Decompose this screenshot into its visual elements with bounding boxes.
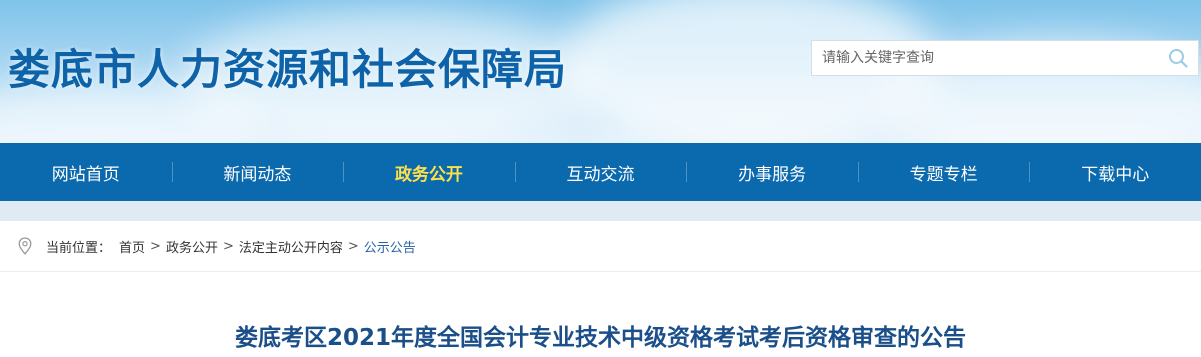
nav-item-services[interactable]: 办事服务 [686, 143, 858, 201]
nav-item-downloads[interactable]: 下载中心 [1029, 143, 1201, 201]
nav-item-gov-affairs[interactable]: 政务公开 [343, 143, 515, 201]
breadcrumb-gov-affairs[interactable]: 政务公开 [166, 237, 218, 256]
breadcrumb-announcements[interactable]: 公示公告 [364, 237, 416, 256]
breadcrumb: 当前位置： 首页 > 政务公开 > 法定主动公开内容 > 公示公告 [0, 221, 1201, 272]
nav-item-news[interactable]: 新闻动态 [171, 143, 344, 201]
breadcrumb-separator: > [347, 238, 359, 254]
nav-item-interaction[interactable]: 互动交流 [514, 143, 687, 201]
divider-strip [0, 201, 1201, 221]
nav-item-topics[interactable]: 专题专栏 [857, 143, 1030, 201]
site-title[interactable]: 娄底市人力资源和社会保障局 [8, 36, 567, 97]
breadcrumb-separator: > [150, 238, 161, 254]
search-icon [1169, 49, 1188, 68]
main-nav: 网站首页 新闻动态 政务公开 互动交流 办事服务 专题专栏 下载中心 [0, 143, 1201, 201]
breadcrumb-separator: > [222, 238, 234, 254]
location-pin-icon [18, 237, 32, 255]
breadcrumb-statutory-disclosure[interactable]: 法定主动公开内容 [239, 237, 343, 256]
breadcrumb-home[interactable]: 首页 [119, 237, 145, 256]
article-title: 娄底考区2021年度全国会计专业技术中级资格考试考后资格审查的公告 [234, 325, 966, 351]
search-input[interactable] [812, 41, 1158, 75]
search-button[interactable] [1158, 41, 1198, 75]
site-header: 娄底市人力资源和社会保障局 [0, 0, 1201, 143]
search-box [811, 40, 1199, 76]
breadcrumb-prefix: 当前位置： [46, 240, 112, 256]
nav-item-home[interactable]: 网站首页 [0, 143, 172, 201]
